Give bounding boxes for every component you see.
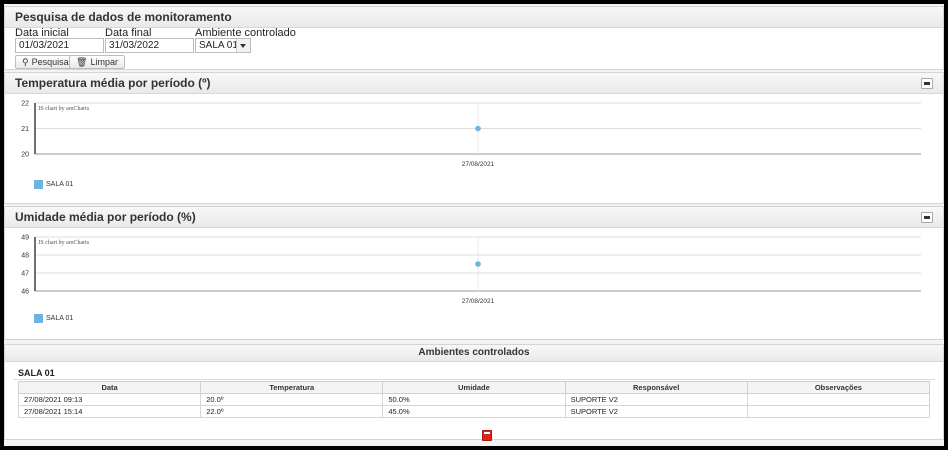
collapse-temperature-button[interactable]: [921, 78, 933, 89]
page-frame: Pesquisa de dados de monitoramento Data …: [4, 4, 944, 446]
export-pdf-button[interactable]: [482, 430, 492, 441]
search-panel-title: Pesquisa de dados de monitoramento: [15, 10, 232, 24]
start-date-input[interactable]: [15, 38, 104, 53]
humidity-legend-swatch: [34, 314, 43, 323]
environments-panel: Ambientes controlados SALA 01 Data Tempe…: [4, 344, 944, 441]
search-button-label: Pesquisar: [31, 57, 72, 67]
column-header-date[interactable]: Data: [17, 381, 202, 394]
clear-button-label: Limpar: [90, 57, 118, 67]
y-tick-label: 47: [21, 271, 29, 278]
temperature-legend-label: SALA 01: [46, 181, 74, 188]
chart-credit: JS chart by amCharts: [38, 106, 90, 112]
column-header-humidity[interactable]: Umidade: [382, 381, 566, 394]
cell-date: 27/08/2021 15:14: [17, 405, 202, 418]
chart-credit: JS chart by amCharts: [38, 240, 90, 246]
y-tick-label: 49: [21, 235, 29, 242]
humidity-panel-title: Umidade média por período (%): [15, 210, 196, 224]
room-header: SALA 01: [13, 365, 935, 380]
y-tick-label: 22: [21, 101, 29, 108]
environment-select-value: SALA 01: [199, 40, 238, 51]
humidity-chart: 46 47 48 49 JS chart by amCharts 27/08/2021: [21, 235, 921, 305]
room-title: SALA 01: [18, 368, 55, 378]
humidity-panel: Umidade média por período (%) 46 47 48 49 JS…: [4, 206, 944, 340]
y-tick-label: 48: [21, 253, 29, 260]
temperature-panel: Temperatura média por período (º) 20 21 22…: [4, 72, 944, 204]
temperature-panel-title: Temperatura média por período (º): [15, 76, 211, 90]
humidity-legend-label: SALA 01: [46, 315, 74, 322]
temperature-chart: 20 21 22 JS chart by amCharts 27/08/2021: [21, 101, 921, 168]
table-row[interactable]: 27/08/2021 15:14 22.0º 45.0% SUPORTE V2: [17, 405, 931, 418]
y-tick-label: 21: [21, 126, 29, 133]
cell-notes: [746, 393, 931, 406]
cell-temperature: 20.0º: [200, 393, 384, 406]
temperature-panel-header: Temperatura média por período (º): [5, 73, 943, 94]
environment-select[interactable]: SALA 01: [195, 38, 251, 53]
collapse-humidity-button[interactable]: [921, 212, 933, 223]
y-tick-label: 20: [21, 152, 29, 159]
clear-button[interactable]: 🗑 Limpar: [69, 55, 125, 69]
cell-temperature: 22.0º: [200, 405, 384, 418]
x-tick-label: 27/08/2021: [462, 161, 495, 168]
pdf-icon: [484, 432, 490, 434]
end-date-input[interactable]: [105, 38, 194, 53]
search-panel-header: Pesquisa de dados de monitoramento: [5, 7, 943, 28]
environments-title: Ambientes controlados: [5, 345, 943, 362]
y-tick-label: 46: [21, 289, 29, 296]
cell-responsible: SUPORTE V2: [564, 405, 748, 418]
magnifier-icon: ⚲: [22, 57, 29, 67]
cell-date: 27/08/2021 09:13: [17, 393, 202, 406]
data-point: [475, 261, 481, 267]
cell-humidity: 45.0%: [382, 405, 566, 418]
column-header-temperature[interactable]: Temperatura: [200, 381, 384, 394]
trash-icon: 🗑: [76, 57, 88, 67]
data-point: [475, 125, 481, 132]
search-panel: Pesquisa de dados de monitoramento Data …: [4, 6, 944, 70]
chevron-down-icon[interactable]: [236, 39, 250, 52]
cell-humidity: 50.0%: [382, 393, 566, 406]
humidity-panel-header: Umidade média por período (%): [5, 207, 943, 228]
cell-notes: [746, 405, 931, 418]
cell-responsible: SUPORTE V2: [564, 393, 748, 406]
x-tick-label: 27/08/2021: [462, 298, 495, 305]
column-header-responsible[interactable]: Responsável: [564, 381, 748, 394]
environments-table: Data Temperatura Umidade Responsável Obs…: [17, 381, 931, 418]
temperature-legend-swatch: [34, 180, 43, 189]
table-header-row: Data Temperatura Umidade Responsável Obs…: [17, 381, 931, 394]
table-row[interactable]: 27/08/2021 09:13 20.0º 50.0% SUPORTE V2: [17, 393, 931, 406]
column-header-notes[interactable]: Observações: [746, 381, 931, 394]
